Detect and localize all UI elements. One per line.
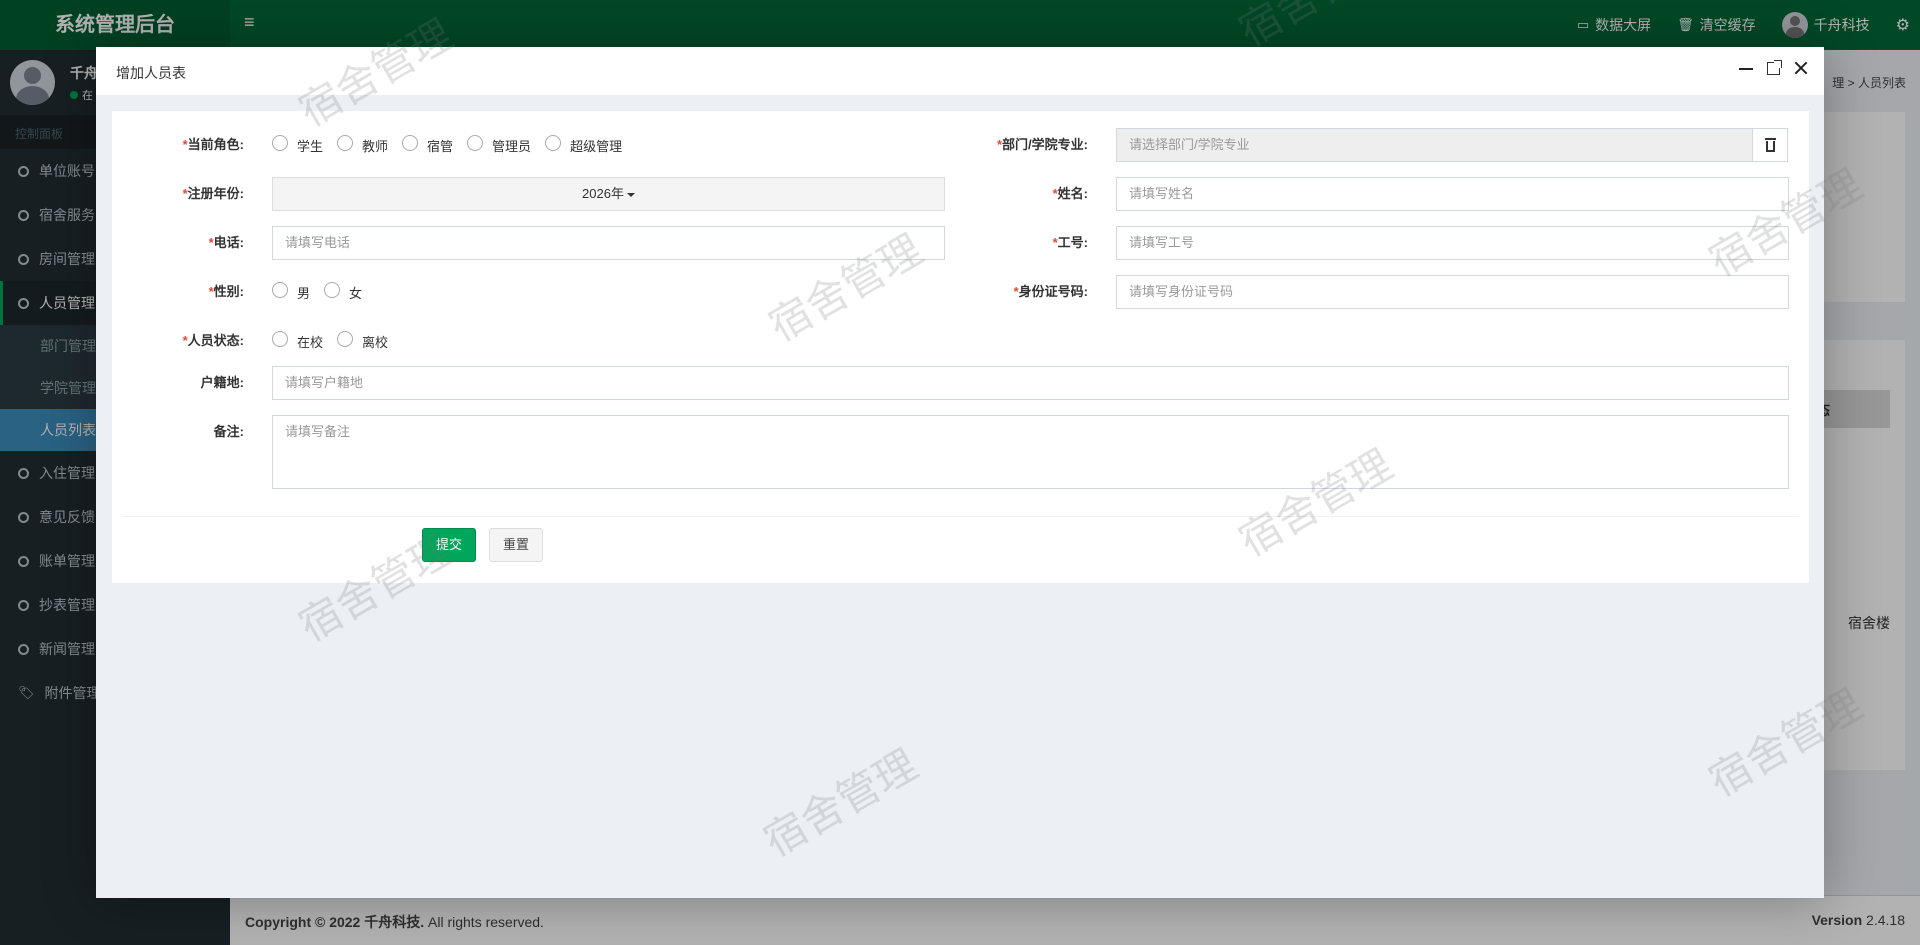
- chevron-down-icon: [626, 192, 635, 197]
- radio-label: 教师: [362, 138, 389, 154]
- phone-label: *电话:: [112, 226, 244, 260]
- add-person-modal: 增加人员表 *当前角色: 学生 教师 宿管 管理员 超级管理 *部门/学院专业:…: [96, 47, 1824, 898]
- radio-button[interactable]: [272, 135, 288, 151]
- add-person-form: *当前角色: 学生 教师 宿管 管理员 超级管理 *部门/学院专业: 请选择部门…: [112, 111, 1809, 583]
- radio-button[interactable]: [467, 135, 484, 151]
- name-label: *姓名:: [812, 177, 1088, 211]
- gender-radio-group: 男 女: [272, 275, 376, 309]
- job-no-label: *工号:: [812, 226, 1088, 260]
- radio-label: 女: [349, 285, 363, 301]
- maximize-icon[interactable]: [1767, 59, 1782, 75]
- name-label-text: 姓名:: [1057, 186, 1088, 201]
- gender-option-female[interactable]: 女: [324, 282, 363, 302]
- role-option-admin[interactable]: 管理员: [467, 135, 532, 155]
- hometown-input[interactable]: 请填写户籍地: [272, 366, 1789, 400]
- year-value: 2026年: [582, 186, 624, 201]
- radio-label: 离校: [362, 334, 389, 350]
- gender-label-text: 性别:: [213, 284, 244, 299]
- id-card-label: *身份证号码:: [812, 275, 1088, 309]
- id-card-label-text: 身份证号码:: [1018, 284, 1088, 299]
- status-radio-group: 在校 离校: [272, 324, 402, 358]
- id-card-input[interactable]: 请填写身份证号码: [1116, 275, 1789, 309]
- job-no-label-text: 工号:: [1057, 235, 1088, 250]
- role-option-dorm-manager[interactable]: 宿管: [402, 135, 454, 155]
- gender-option-male[interactable]: 男: [272, 282, 311, 302]
- form-divider: [122, 516, 1799, 517]
- role-option-student[interactable]: 学生: [272, 135, 324, 155]
- year-label-text: 注册年份:: [187, 186, 244, 201]
- minimize-icon[interactable]: [1739, 61, 1753, 75]
- modal-header: 增加人员表: [96, 47, 1824, 96]
- status-label: *人员状态:: [112, 324, 244, 358]
- dept-select-field[interactable]: 请选择部门/学院专业: [1116, 128, 1753, 162]
- role-label: *当前角色:: [112, 128, 244, 162]
- status-option-in-school[interactable]: 在校: [272, 331, 324, 351]
- modal-window-controls: [1739, 59, 1808, 75]
- close-icon[interactable]: [1794, 61, 1808, 75]
- role-option-teacher[interactable]: 教师: [337, 135, 389, 155]
- dept-label: *部门/学院专业:: [812, 128, 1088, 162]
- job-no-input[interactable]: 请填写工号: [1116, 226, 1789, 260]
- year-label: *注册年份:: [112, 177, 244, 211]
- radio-label: 在校: [297, 334, 324, 350]
- radio-button[interactable]: [272, 282, 288, 298]
- role-radio-group: 学生 教师 宿管 管理员 超级管理: [272, 128, 636, 162]
- role-label-text: 当前角色:: [187, 137, 244, 152]
- radio-button[interactable]: [402, 135, 419, 151]
- submit-button[interactable]: 提交: [422, 528, 476, 562]
- radio-button[interactable]: [337, 331, 354, 347]
- phone-label-text: 电话:: [213, 235, 244, 250]
- status-label-text: 人员状态:: [187, 333, 244, 348]
- name-input[interactable]: 请填写姓名: [1116, 177, 1789, 211]
- radio-button[interactable]: [272, 331, 288, 347]
- radio-label: 学生: [297, 138, 324, 154]
- radio-label: 超级管理: [570, 138, 623, 154]
- remark-textarea[interactable]: 请填写备注: [272, 415, 1789, 489]
- gender-label: *性别:: [112, 275, 244, 309]
- dept-clear-button[interactable]: [1752, 128, 1788, 162]
- radio-label: 管理员: [492, 138, 532, 154]
- radio-label: 宿管: [427, 138, 454, 154]
- trash-icon: [1764, 137, 1776, 152]
- reset-button[interactable]: 重置: [489, 528, 543, 562]
- hometown-label: 户籍地:: [200, 375, 244, 390]
- radio-label: 男: [297, 285, 311, 301]
- modal-title: 增加人员表: [116, 65, 186, 81]
- role-option-super-admin[interactable]: 超级管理: [545, 135, 623, 155]
- dept-label-text: 部门/学院专业:: [1002, 137, 1088, 152]
- remark-label: 备注:: [213, 424, 244, 439]
- radio-button[interactable]: [337, 135, 354, 151]
- radio-button[interactable]: [324, 282, 341, 298]
- status-option-left-school[interactable]: 离校: [337, 331, 389, 351]
- radio-button[interactable]: [545, 135, 562, 151]
